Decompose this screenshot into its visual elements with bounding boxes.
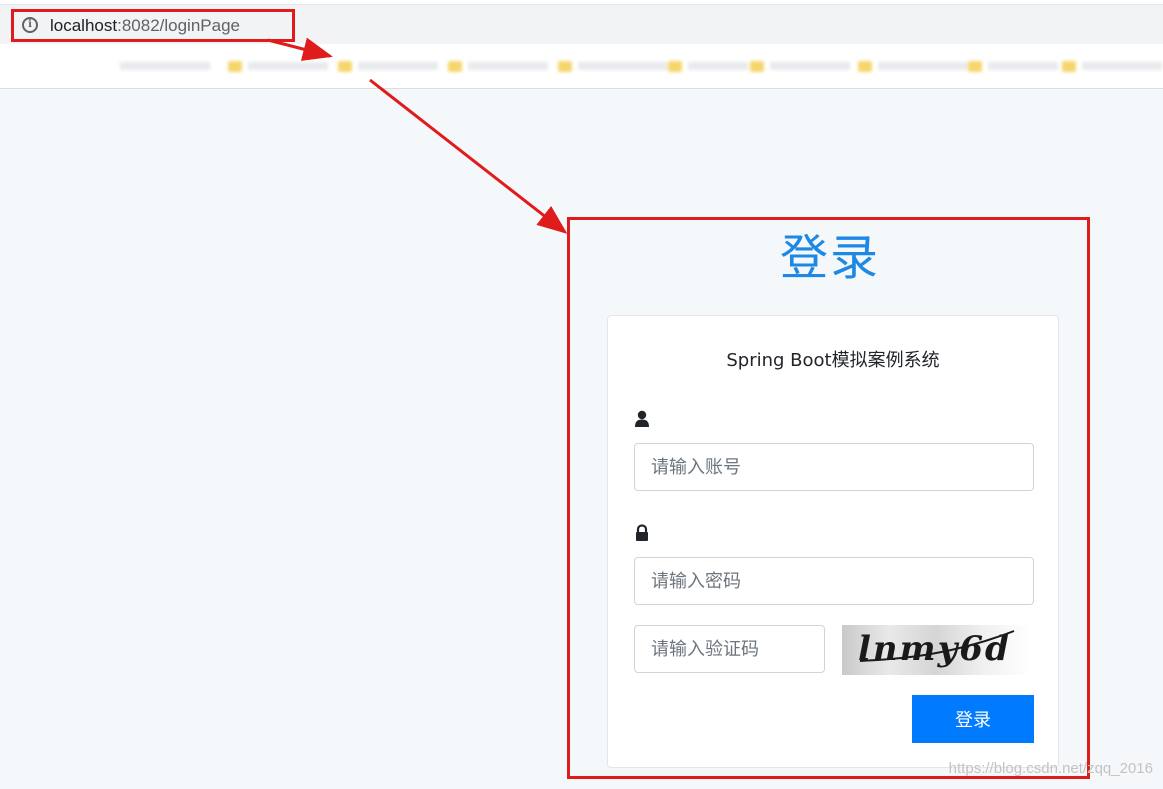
folder-icon	[1062, 60, 1076, 72]
bookmark-item[interactable]	[668, 56, 748, 76]
folder-icon	[750, 60, 764, 72]
folder-icon	[448, 60, 462, 72]
bookmark-item[interactable]	[120, 56, 210, 76]
bookmark-item[interactable]	[1062, 56, 1162, 76]
bookmark-item[interactable]	[558, 56, 668, 76]
folder-icon	[228, 60, 242, 72]
arrow-to-login	[369, 78, 568, 234]
watermark: https://blog.csdn.net/zqq_2016	[948, 760, 1153, 777]
bookmark-item[interactable]	[448, 56, 548, 76]
folder-icon	[338, 60, 352, 72]
bookmark-item[interactable]	[750, 56, 850, 76]
folder-icon	[558, 60, 572, 72]
bookmark-item[interactable]	[228, 56, 328, 76]
url-highlight-box	[11, 9, 295, 42]
bookmark-item[interactable]	[338, 56, 438, 76]
folder-icon	[858, 60, 872, 72]
folder-icon	[668, 60, 682, 72]
login-highlight-box	[567, 217, 1090, 779]
bookmarks-bar	[0, 44, 1163, 89]
bookmark-item[interactable]	[858, 56, 968, 76]
folder-icon	[968, 60, 982, 72]
bookmark-item[interactable]	[968, 56, 1058, 76]
